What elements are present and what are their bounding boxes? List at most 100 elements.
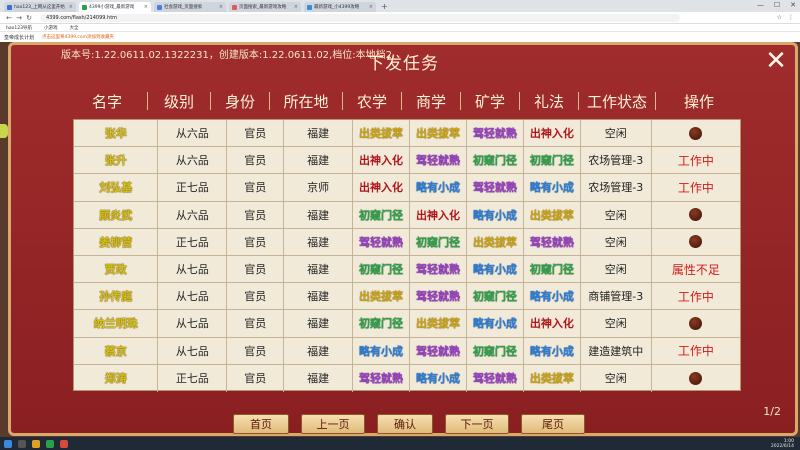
address-bar: ← → ↻ 4399.com/flash/214099.htm ☆ ⋮ (0, 12, 800, 24)
browser-tab[interactable]: 最新游戏_小4399攻略 × (304, 2, 376, 12)
file-explorer-icon[interactable] (32, 439, 40, 448)
skill-rites: 出神入化 (524, 120, 581, 147)
next-page-button[interactable]: 下一页 (445, 414, 509, 434)
bookmark-item[interactable]: hao123导航 (6, 25, 32, 31)
star-icon[interactable]: ☆ (777, 14, 782, 21)
assign-dot-button[interactable] (689, 235, 703, 249)
favorite-hint-link[interactable]: 点击这里将4399.com添加到收藏夹 (42, 34, 114, 40)
maximize-icon[interactable]: ☐ (774, 1, 780, 9)
skill-commerce: 略有小成 (410, 364, 467, 392)
skill-rites: 出类拔萃 (524, 364, 581, 392)
skill-commerce: 出神入化 (410, 201, 467, 228)
official-identity: 官员 (227, 228, 285, 255)
assign-dot-button[interactable] (689, 126, 703, 140)
assign-dot-button[interactable] (689, 208, 703, 222)
browser-tab[interactable]: 社会游戏_页面搜索 × (154, 2, 226, 12)
operation-cell[interactable] (652, 310, 740, 336)
prev-page-button[interactable]: 上一页 (301, 414, 365, 434)
page-label: 皇帝成长计划 (4, 34, 35, 41)
url-field[interactable]: 4399.com/flash/214099.htm (40, 13, 680, 22)
operation-cell[interactable]: 属性不足 (652, 256, 740, 282)
official-identity: 官员 (227, 283, 285, 310)
official-rank: 从六品 (158, 201, 228, 228)
official-name[interactable]: 纳兰明珠 (74, 310, 159, 337)
skill-commerce: 驾轻就熟 (410, 337, 467, 364)
operation-cell[interactable] (652, 365, 740, 392)
official-identity: 官员 (227, 120, 285, 147)
operation-cell[interactable]: 工作中 (652, 283, 740, 309)
close-window-icon[interactable]: ✕ (790, 1, 796, 9)
skill-commerce: 出类拔萃 (410, 310, 467, 337)
skill-mining: 出类拔萃 (467, 228, 524, 255)
clock-date: 2022/6/14 (770, 443, 794, 449)
official-location: 福建 (284, 147, 353, 174)
column-header: 工作状态 (586, 92, 647, 111)
skill-agriculture: 驾轻就熟 (353, 364, 410, 392)
tab-close-icon[interactable]: × (294, 4, 298, 10)
official-name[interactable]: 刘弘基 (74, 174, 159, 201)
official-location: 福建 (284, 364, 353, 392)
assign-dot-button[interactable] (689, 371, 703, 385)
start-icon[interactable] (4, 439, 12, 448)
column-header: 农学 (356, 92, 387, 111)
confirm-button[interactable]: 确认 (377, 414, 433, 434)
tab-close-icon[interactable]: × (369, 4, 373, 10)
tab-close-icon[interactable]: × (144, 4, 148, 10)
table-header: 名字 级别 身份 所在地 农学 商学 矿学 礼法 工作状态 操作 (67, 89, 747, 113)
official-name[interactable]: 张升 (74, 147, 159, 174)
official-identity: 官员 (227, 310, 285, 337)
system-clock[interactable]: 1:00 2022/6/14 (771, 439, 794, 449)
official-name[interactable]: 贾政 (74, 255, 159, 283)
last-page-button[interactable]: 尾页 (521, 414, 585, 434)
minimize-icon[interactable]: — (757, 1, 764, 9)
forward-icon[interactable]: → (14, 14, 24, 22)
official-rank: 从七品 (158, 310, 228, 337)
operation-cell[interactable]: 工作中 (652, 147, 740, 173)
first-page-button[interactable]: 首页 (233, 414, 289, 434)
skill-agriculture: 初窥门径 (353, 255, 410, 283)
tab-label: 4399小游戏_最新游戏 (89, 5, 135, 10)
tab-close-icon[interactable]: × (69, 4, 73, 10)
browser-tab[interactable]: hao123_上网从这里开始 × (4, 2, 76, 12)
back-icon[interactable]: ← (4, 14, 14, 22)
extensions-icon[interactable]: ⋮ (788, 14, 794, 21)
skill-mining: 略有小成 (467, 201, 524, 228)
tab-favicon-icon (232, 4, 237, 10)
tab-close-icon[interactable]: × (219, 4, 223, 10)
official-name[interactable]: 姜柳营 (74, 228, 159, 255)
tab-favicon-icon (82, 4, 87, 10)
official-rank: 从七品 (158, 255, 228, 283)
operation-status-text: 工作中 (677, 153, 714, 168)
close-icon[interactable]: ✕ (763, 48, 789, 75)
operation-cell[interactable] (652, 120, 740, 146)
official-name[interactable]: 张华 (74, 120, 159, 147)
browser-tab[interactable]: 页面搜索_最新游戏攻略 × (229, 2, 301, 12)
taskbar: 1:00 2022/6/14 (0, 437, 800, 450)
official-identity: 官员 (227, 364, 285, 392)
reload-icon[interactable]: ↻ (24, 14, 34, 22)
work-status: 商铺管理-3 (581, 283, 652, 310)
operation-cell[interactable] (652, 202, 740, 228)
operation-cell[interactable]: 工作中 (652, 338, 740, 364)
new-tab-icon[interactable]: + (381, 2, 388, 12)
operation-status-text: 工作中 (677, 344, 714, 359)
official-name[interactable]: 孙传庭 (74, 283, 159, 310)
side-tab-handle[interactable] (0, 124, 8, 138)
assign-dot-button[interactable] (689, 316, 703, 330)
browser-tab[interactable]: 4399小游戏_最新游戏 × (79, 2, 151, 12)
table-row: 贾政 从七品 官员 福建 初窥门径 驾轻就熟 略有小成 初窥门径 空闲 属性不足 (74, 255, 740, 284)
official-name[interactable]: 郑涛 (74, 364, 159, 392)
browser-icon[interactable] (46, 439, 54, 448)
app-icon[interactable] (60, 439, 68, 448)
game-area: 版本号:1.22.0611.02.1322231，创建版本:1.22.0611.… (0, 42, 800, 437)
official-name[interactable]: 蔡京 (74, 337, 159, 364)
bookmark-item[interactable]: 小游戏 (44, 25, 58, 31)
official-name[interactable]: 顾炎武 (74, 201, 159, 228)
operation-cell[interactable] (652, 229, 740, 255)
table-row: 刘弘基 正七品 官员 京师 出神入化 略有小成 驾轻就熟 略有小成 农场管理-3 工作中 (74, 174, 740, 202)
search-icon[interactable] (18, 439, 26, 448)
operation-cell[interactable]: 工作中 (652, 174, 740, 200)
bookmark-item[interactable]: 大全 (69, 25, 78, 31)
browser-tab-bar: hao123_上网从这里开始 × 4399小游戏_最新游戏 × 社会游戏_页面搜索 × 页面… (0, 0, 800, 12)
work-status: 空闲 (581, 310, 652, 337)
